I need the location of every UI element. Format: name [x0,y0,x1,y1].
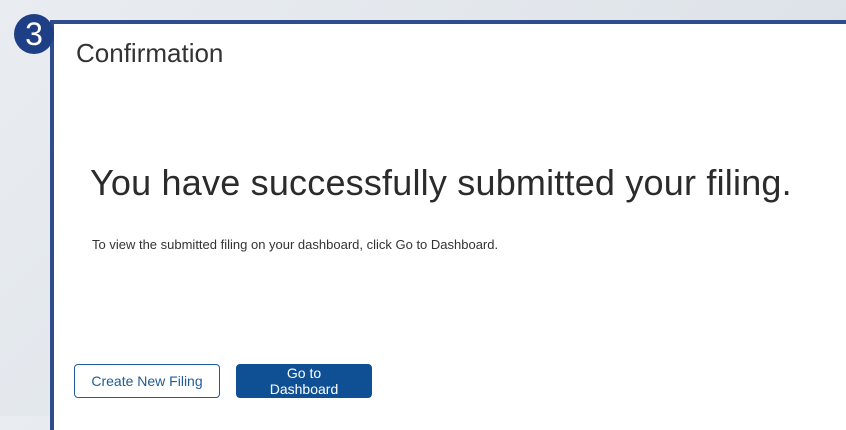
create-new-filing-button[interactable]: Create New Filing [74,364,220,398]
page-title: Confirmation [76,38,224,68]
go-to-dashboard-button[interactable]: Go to Dashboard [236,364,372,398]
step-number-badge: 3 [14,14,54,54]
success-message: You have successfully submitted your fil… [90,162,792,203]
confirmation-panel: Confirmation You have successfully submi… [50,20,846,430]
instruction-text: To view the submitted filing on your das… [92,237,499,252]
